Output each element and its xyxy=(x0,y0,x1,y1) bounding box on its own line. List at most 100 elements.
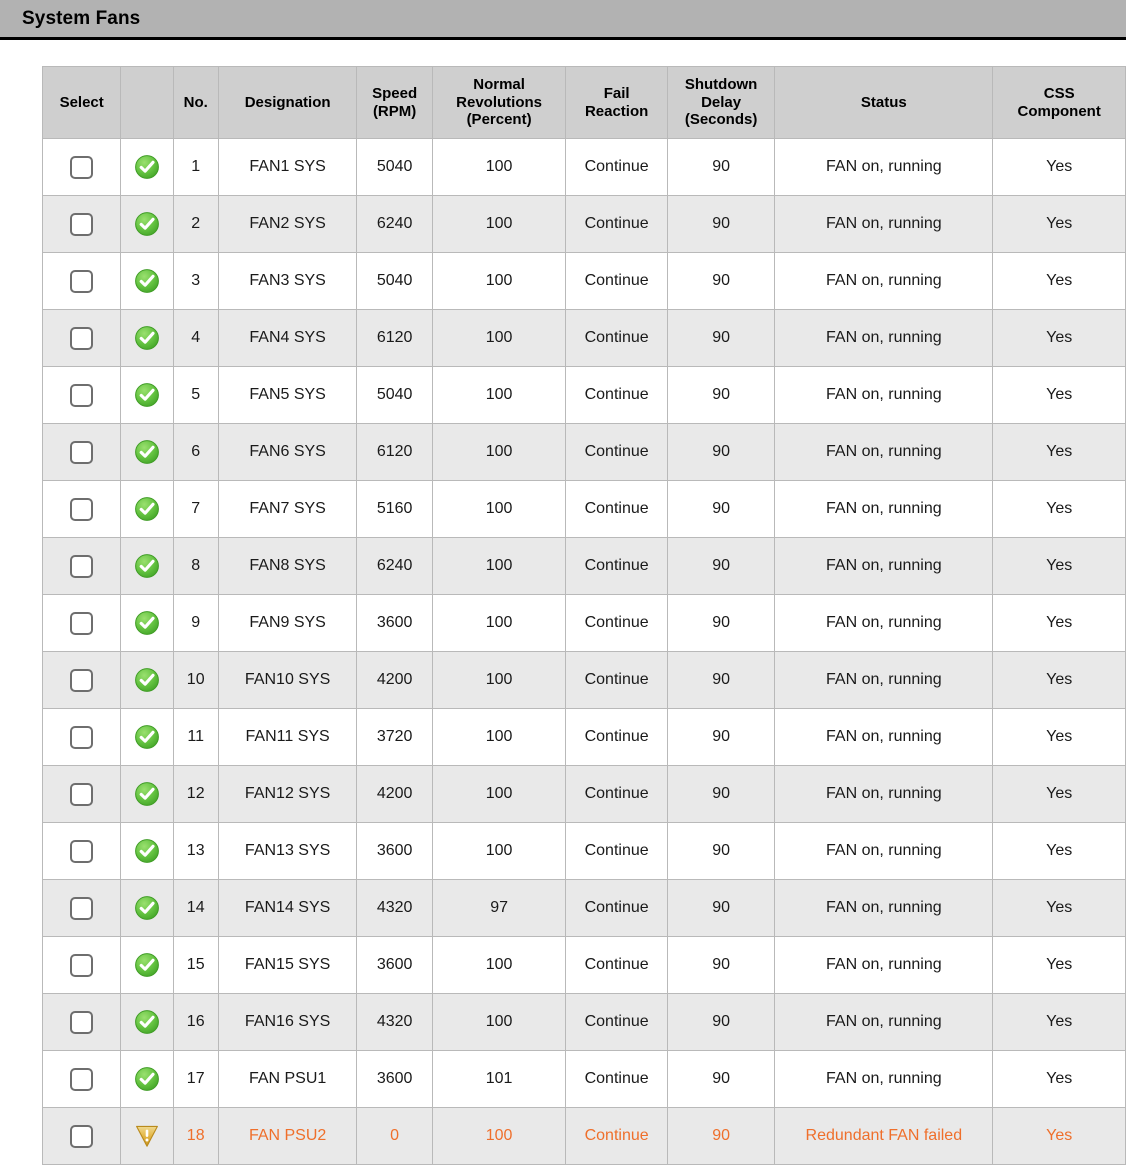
cell-normal-revolutions: 97 xyxy=(432,880,566,937)
cell-speed: 3600 xyxy=(357,1051,432,1108)
column-header-line: Fail xyxy=(603,84,630,102)
row-select-checkbox[interactable] xyxy=(70,269,94,293)
row-select-checkbox[interactable] xyxy=(70,611,94,635)
cell-no: 7 xyxy=(173,481,218,538)
cell-designation: FAN7 SYS xyxy=(218,481,357,538)
row-select-checkbox[interactable] xyxy=(70,440,94,464)
column-header-line: Shutdown xyxy=(684,76,758,93)
cell-state-icon xyxy=(121,1108,173,1165)
cell-normal-revolutions: 101 xyxy=(432,1051,566,1108)
cell-css-component: Yes xyxy=(993,310,1125,367)
table-row: 6 FAN6 SYS 6120 100 Continue 90 FAN on, runnin… xyxy=(43,424,1125,481)
cell-css-component: Yes xyxy=(993,595,1125,652)
cell-select xyxy=(43,1108,121,1165)
cell-shutdown-delay: 90 xyxy=(667,367,775,424)
cell-select xyxy=(43,766,121,823)
cell-fail-reaction: Continue xyxy=(566,1108,667,1165)
cell-normal-revolutions: 100 xyxy=(432,994,566,1051)
cell-css-component: Yes xyxy=(993,424,1125,481)
row-select-checkbox[interactable] xyxy=(70,1124,94,1148)
cell-status: FAN on, running xyxy=(775,196,993,253)
status-ok-check-icon xyxy=(134,268,160,294)
column-header-line: Select xyxy=(59,93,104,111)
cell-shutdown-delay: 90 xyxy=(667,823,775,880)
cell-state-icon xyxy=(121,880,173,937)
cell-fail-reaction: Continue xyxy=(566,1051,667,1108)
table-row: 9 FAN9 SYS 3600 100 Continue 90 FAN on, runnin… xyxy=(43,595,1125,652)
cell-state-icon xyxy=(121,253,173,310)
column-header-line: Revolutions xyxy=(456,93,542,111)
cell-select xyxy=(43,937,121,994)
status-ok-check-icon xyxy=(134,496,160,522)
status-ok-check-icon xyxy=(134,325,160,351)
cell-status: FAN on, running xyxy=(775,823,993,880)
cell-fail-reaction: Continue xyxy=(566,196,667,253)
cell-no: 10 xyxy=(173,652,218,709)
cell-state-icon xyxy=(121,994,173,1051)
cell-css-component: Yes xyxy=(993,1108,1125,1165)
row-select-checkbox[interactable] xyxy=(70,668,94,692)
row-select-checkbox[interactable] xyxy=(70,497,94,521)
row-select-checkbox[interactable] xyxy=(70,326,94,350)
cell-normal-revolutions: 100 xyxy=(432,652,566,709)
row-select-checkbox[interactable] xyxy=(70,1067,94,1091)
column-header-css: CSS Component xyxy=(993,67,1125,139)
row-select-checkbox[interactable] xyxy=(70,953,94,977)
cell-css-component: Yes xyxy=(993,139,1125,196)
cell-select xyxy=(43,994,121,1051)
status-ok-check-icon xyxy=(134,1009,160,1035)
cell-normal-revolutions: 100 xyxy=(432,937,566,994)
cell-shutdown-delay: 90 xyxy=(667,880,775,937)
cell-state-icon xyxy=(121,823,173,880)
cell-select xyxy=(43,1051,121,1108)
cell-shutdown-delay: 90 xyxy=(667,1051,775,1108)
row-select-checkbox[interactable] xyxy=(70,725,94,749)
cell-designation: FAN13 SYS xyxy=(218,823,357,880)
cell-no: 12 xyxy=(173,766,218,823)
row-select-checkbox[interactable] xyxy=(70,554,94,578)
cell-normal-revolutions: 100 xyxy=(432,766,566,823)
cell-designation: FAN16 SYS xyxy=(218,994,357,1051)
cell-select xyxy=(43,538,121,595)
cell-status: FAN on, running xyxy=(775,310,993,367)
table-row: 8 FAN8 SYS 6240 100 Continue 90 FAN on, runnin… xyxy=(43,538,1125,595)
status-ok-check-icon xyxy=(134,667,160,693)
cell-no: 16 xyxy=(173,994,218,1051)
cell-css-component: Yes xyxy=(993,823,1125,880)
table-row: 4 FAN4 SYS 6120 100 Continue 90 FAN on, runnin… xyxy=(43,310,1125,367)
cell-state-icon xyxy=(121,196,173,253)
cell-designation: FAN2 SYS xyxy=(218,196,357,253)
cell-status: Redundant FAN failed xyxy=(775,1108,993,1165)
status-ok-check-icon xyxy=(134,724,160,750)
cell-shutdown-delay: 90 xyxy=(667,766,775,823)
row-select-checkbox[interactable] xyxy=(70,782,94,806)
column-header-status: Status xyxy=(775,67,993,139)
row-select-checkbox[interactable] xyxy=(70,212,94,236)
cell-speed: 5040 xyxy=(357,367,432,424)
column-header-speed: Speed (RPM) xyxy=(357,67,432,139)
column-header-line: (Seconds) xyxy=(684,111,758,129)
row-select-checkbox[interactable] xyxy=(70,1010,94,1034)
cell-select xyxy=(43,709,121,766)
cell-no: 4 xyxy=(173,310,218,367)
row-select-checkbox[interactable] xyxy=(70,896,94,920)
cell-no: 13 xyxy=(173,823,218,880)
row-select-checkbox[interactable] xyxy=(70,383,94,407)
cell-status: FAN on, running xyxy=(775,595,993,652)
status-ok-check-icon xyxy=(134,838,160,864)
table-row: 14 FAN14 SYS 4320 97 Continue 90 FAN on, runni… xyxy=(43,880,1125,937)
cell-fail-reaction: Continue xyxy=(566,538,667,595)
cell-status: FAN on, running xyxy=(775,709,993,766)
cell-select xyxy=(43,652,121,709)
table-row: 10 FAN10 SYS 4200 100 Continue 90 FAN on, runn… xyxy=(43,652,1125,709)
cell-status: FAN on, running xyxy=(775,880,993,937)
column-header-state xyxy=(121,67,173,139)
cell-no: 6 xyxy=(173,424,218,481)
cell-css-component: Yes xyxy=(993,1051,1125,1108)
column-header-normrev: Normal Revolutions (Percent) xyxy=(432,67,566,139)
cell-shutdown-delay: 90 xyxy=(667,196,775,253)
row-select-checkbox[interactable] xyxy=(70,839,94,863)
cell-shutdown-delay: 90 xyxy=(667,139,775,196)
row-select-checkbox[interactable] xyxy=(70,155,94,179)
cell-normal-revolutions: 100 xyxy=(432,538,566,595)
